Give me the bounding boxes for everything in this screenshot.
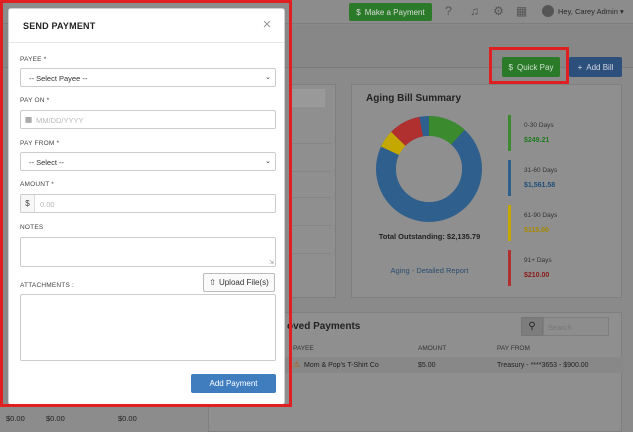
aging-bucket-31-60: 31-60 Days $1,561.58	[508, 160, 608, 196]
modal-highlight	[0, 0, 292, 407]
help-icon[interactable]: ?	[442, 5, 455, 18]
payee-cell: Mom & Pop's T-Shirt Co	[304, 362, 379, 369]
total-cell: $0.00	[118, 414, 137, 423]
bucket-amount: $249.21	[524, 137, 550, 144]
gear-icon[interactable]: ⚙	[492, 5, 505, 18]
make-payment-button[interactable]: $ Make a Payment	[349, 3, 432, 21]
aging-bucket-61-90: 61-90 Days $115.00	[508, 205, 608, 241]
search-icon[interactable]: ⚲	[521, 317, 543, 336]
bucket-label: 31-60 Days	[524, 167, 558, 174]
pay-from-cell: Treasury - ****3653 - $900.00	[497, 362, 589, 369]
divider	[291, 171, 331, 172]
aging-title: Aging Bill Summary	[366, 93, 462, 104]
bucket-bar	[508, 205, 511, 241]
user-menu[interactable]: Hey, Carey Admin ▾	[558, 7, 624, 16]
user-name: Hey, Carey Admin	[558, 7, 618, 16]
column-header: AMOUNT	[418, 345, 447, 352]
aging-donut-chart	[376, 116, 482, 222]
bucket-amount: $115.00	[524, 227, 549, 234]
apps-grid-icon[interactable]: ▦	[515, 5, 528, 18]
bucket-bar	[508, 250, 511, 286]
bucket-amount: $210.00	[524, 272, 550, 279]
bucket-label: 91+ Days	[524, 257, 552, 264]
divider	[291, 225, 331, 226]
total-cell: $0.00	[46, 414, 65, 423]
bills-panel-header	[291, 89, 325, 107]
bucket-label: 0-30 Days	[524, 122, 554, 129]
bills-panel	[290, 84, 336, 298]
divider	[291, 143, 331, 144]
bucket-bar	[508, 160, 511, 196]
plus-icon: +	[577, 62, 583, 72]
donut-hole	[396, 136, 462, 202]
warning-icon: ⚠	[293, 360, 301, 369]
aging-bill-summary: Aging Bill Summary Total Outstanding: $2…	[351, 84, 622, 298]
divider	[291, 197, 331, 198]
bucket-amount: $1,561.58	[524, 182, 556, 189]
total-outstanding: Total Outstanding: $2,135.79	[378, 232, 481, 241]
bucket-label: 61-90 Days	[524, 212, 558, 219]
avatar[interactable]	[542, 5, 554, 17]
quick-pay-highlight	[489, 47, 569, 84]
bucket-bar	[508, 115, 511, 151]
make-payment-label: Make a Payment	[364, 7, 425, 17]
aging-bucket-91plus: 91+ Days $210.00	[508, 250, 608, 286]
aging-bucket-0-30: 0-30 Days $249.21	[508, 115, 608, 151]
aging-detailed-report-link[interactable]: Aging - Detailed Report	[352, 266, 507, 275]
totals-row: $0.00 $0.00 $0.00	[0, 406, 208, 432]
divider	[291, 253, 331, 254]
add-bill-label: Add Bill	[586, 62, 614, 72]
add-bill-button[interactable]: + Add Bill	[569, 57, 622, 77]
caret-down-icon: ▾	[619, 7, 624, 16]
amount-cell: $5.00	[418, 362, 436, 369]
search-input[interactable]: Search	[543, 317, 609, 336]
approved-payments-title: oved Payments	[287, 321, 361, 332]
bell-icon[interactable]: ♫	[468, 5, 481, 18]
column-header: PAY FROM	[497, 345, 530, 352]
total-cell: $0.00	[6, 414, 25, 423]
dollar-icon: $	[356, 7, 361, 17]
column-header: PAYEE	[293, 345, 314, 352]
